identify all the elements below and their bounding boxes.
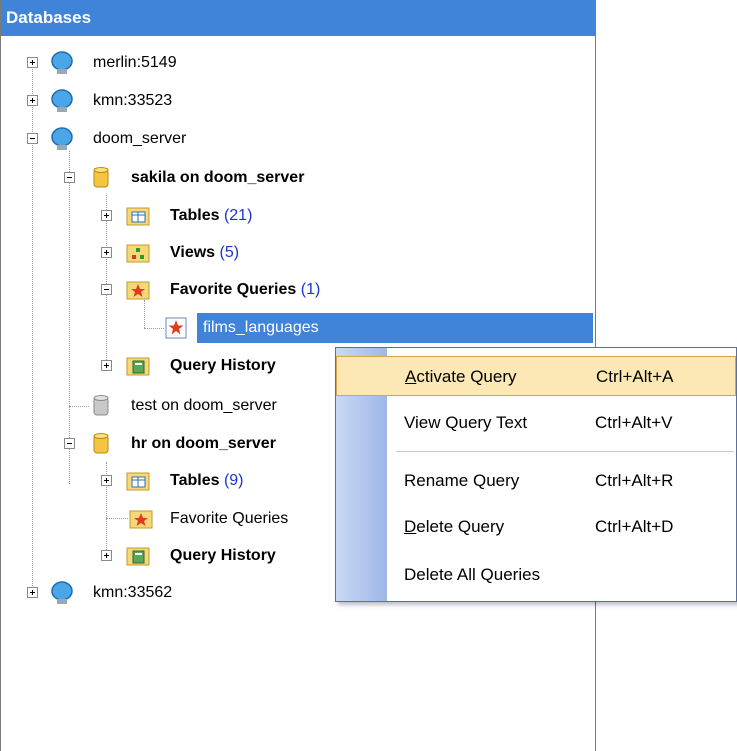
tree-node-test[interactable]: test on doom_server <box>1 391 341 421</box>
expand-icon[interactable] <box>27 57 38 68</box>
count-badge: (5) <box>219 244 240 261</box>
history-folder-icon <box>126 357 150 376</box>
menu-item-rename-query[interactable]: Rename Query Ctrl+Alt+R <box>336 461 736 501</box>
node-label: test on doom_server <box>131 397 277 414</box>
tree-node-sakila-tables[interactable]: Tables (21) <box>1 201 421 231</box>
menu-item-label: View Query Text <box>404 413 528 432</box>
history-folder-icon <box>126 547 150 566</box>
tree-node-sakila-history[interactable]: Query History <box>1 351 341 381</box>
views-folder-icon <box>126 244 150 263</box>
node-label: Query History <box>170 547 276 564</box>
node-label: kmn:33562 <box>93 584 173 601</box>
collapse-icon[interactable] <box>64 438 75 449</box>
node-label: doom_server <box>93 130 187 147</box>
node-label: Favorite Queries <box>170 510 289 527</box>
tables-folder-icon <box>126 472 150 491</box>
node-label: sakila on doom_server <box>131 169 305 186</box>
count-badge: (21) <box>223 207 253 224</box>
expand-icon[interactable] <box>27 95 38 106</box>
node-label: hr on doom_server <box>131 435 276 452</box>
expand-icon[interactable] <box>27 587 38 598</box>
database-icon <box>93 167 109 188</box>
collapse-icon[interactable] <box>101 284 112 295</box>
database-icon <box>93 433 109 454</box>
menu-item-shortcut: Ctrl+Alt+R <box>595 471 674 490</box>
expand-icon[interactable] <box>101 550 112 561</box>
menu-item-delete-query[interactable]: Delete Query Ctrl+Alt+D <box>336 507 736 547</box>
menu-item-label: Delete All Queries <box>404 565 541 584</box>
tree-node-hr-favorites[interactable]: Favorite Queries <box>1 504 341 534</box>
tree-node-hr-tables[interactable]: Tables (9) <box>1 466 341 496</box>
tree-node-hr[interactable]: hr on doom_server <box>1 429 341 459</box>
server-icon <box>51 51 73 74</box>
server-icon <box>51 581 73 604</box>
count-badge: (9) <box>223 472 244 489</box>
collapse-icon[interactable] <box>27 133 38 144</box>
menu-item-delete-all-queries[interactable]: Delete All Queries <box>336 555 736 595</box>
tree-node-kmn-33523[interactable]: kmn:33523 <box>1 86 401 116</box>
expand-icon[interactable] <box>101 475 112 486</box>
count-badge: (1) <box>300 281 321 298</box>
node-label: Views (5) <box>170 244 240 261</box>
context-menu: Activate Query Ctrl+Alt+A View Query Tex… <box>335 347 737 602</box>
expand-icon[interactable] <box>101 360 112 371</box>
menu-item-activate-query[interactable]: Activate Query Ctrl+Alt+A <box>336 356 736 396</box>
menu-item-shortcut: Ctrl+Alt+D <box>595 517 674 536</box>
server-icon <box>51 127 73 150</box>
node-label: Query History <box>170 357 276 374</box>
favorites-folder-icon <box>129 510 153 529</box>
menu-item-label: Delete Query <box>404 517 505 536</box>
node-label: Tables (9) <box>170 472 244 489</box>
node-label: Favorite Queries (1) <box>170 281 321 298</box>
node-label: Tables (21) <box>170 207 253 224</box>
menu-item-shortcut: Ctrl+Alt+V <box>595 413 673 432</box>
tree-node-kmn-33562[interactable]: kmn:33562 <box>1 578 341 608</box>
server-icon <box>51 89 73 112</box>
menu-item-shortcut: Ctrl+Alt+A <box>596 367 674 386</box>
tree-node-hr-history[interactable]: Query History <box>1 541 341 571</box>
database-icon-inactive <box>93 395 109 416</box>
tree-node-doom-server[interactable]: doom_server <box>1 124 401 154</box>
expand-icon[interactable] <box>101 247 112 258</box>
panel-title: Databases <box>1 0 595 36</box>
tree-node-sakila-favorites[interactable]: Favorite Queries (1) <box>1 275 421 305</box>
node-label-selected: films_languages <box>197 313 593 343</box>
menu-item-label: Activate Query <box>405 367 517 386</box>
node-label: kmn:33523 <box>93 92 173 109</box>
favorite-query-icon <box>165 317 187 339</box>
menu-item-label: Rename Query <box>404 471 520 490</box>
node-label: merlin:5149 <box>93 54 177 71</box>
collapse-icon[interactable] <box>64 172 75 183</box>
expand-icon[interactable] <box>101 210 112 221</box>
menu-item-view-query-text[interactable]: View Query Text Ctrl+Alt+V <box>336 403 736 443</box>
tree-node-sakila-views[interactable]: Views (5) <box>1 238 421 268</box>
favorites-folder-icon <box>126 281 150 300</box>
tree-node-sakila[interactable]: sakila on doom_server <box>1 163 421 193</box>
tables-folder-icon <box>126 207 150 226</box>
tree-node-films-languages[interactable]: films_languages <box>1 313 593 343</box>
menu-separator <box>396 451 734 452</box>
tree-node-merlin[interactable]: merlin:5149 <box>1 48 401 78</box>
